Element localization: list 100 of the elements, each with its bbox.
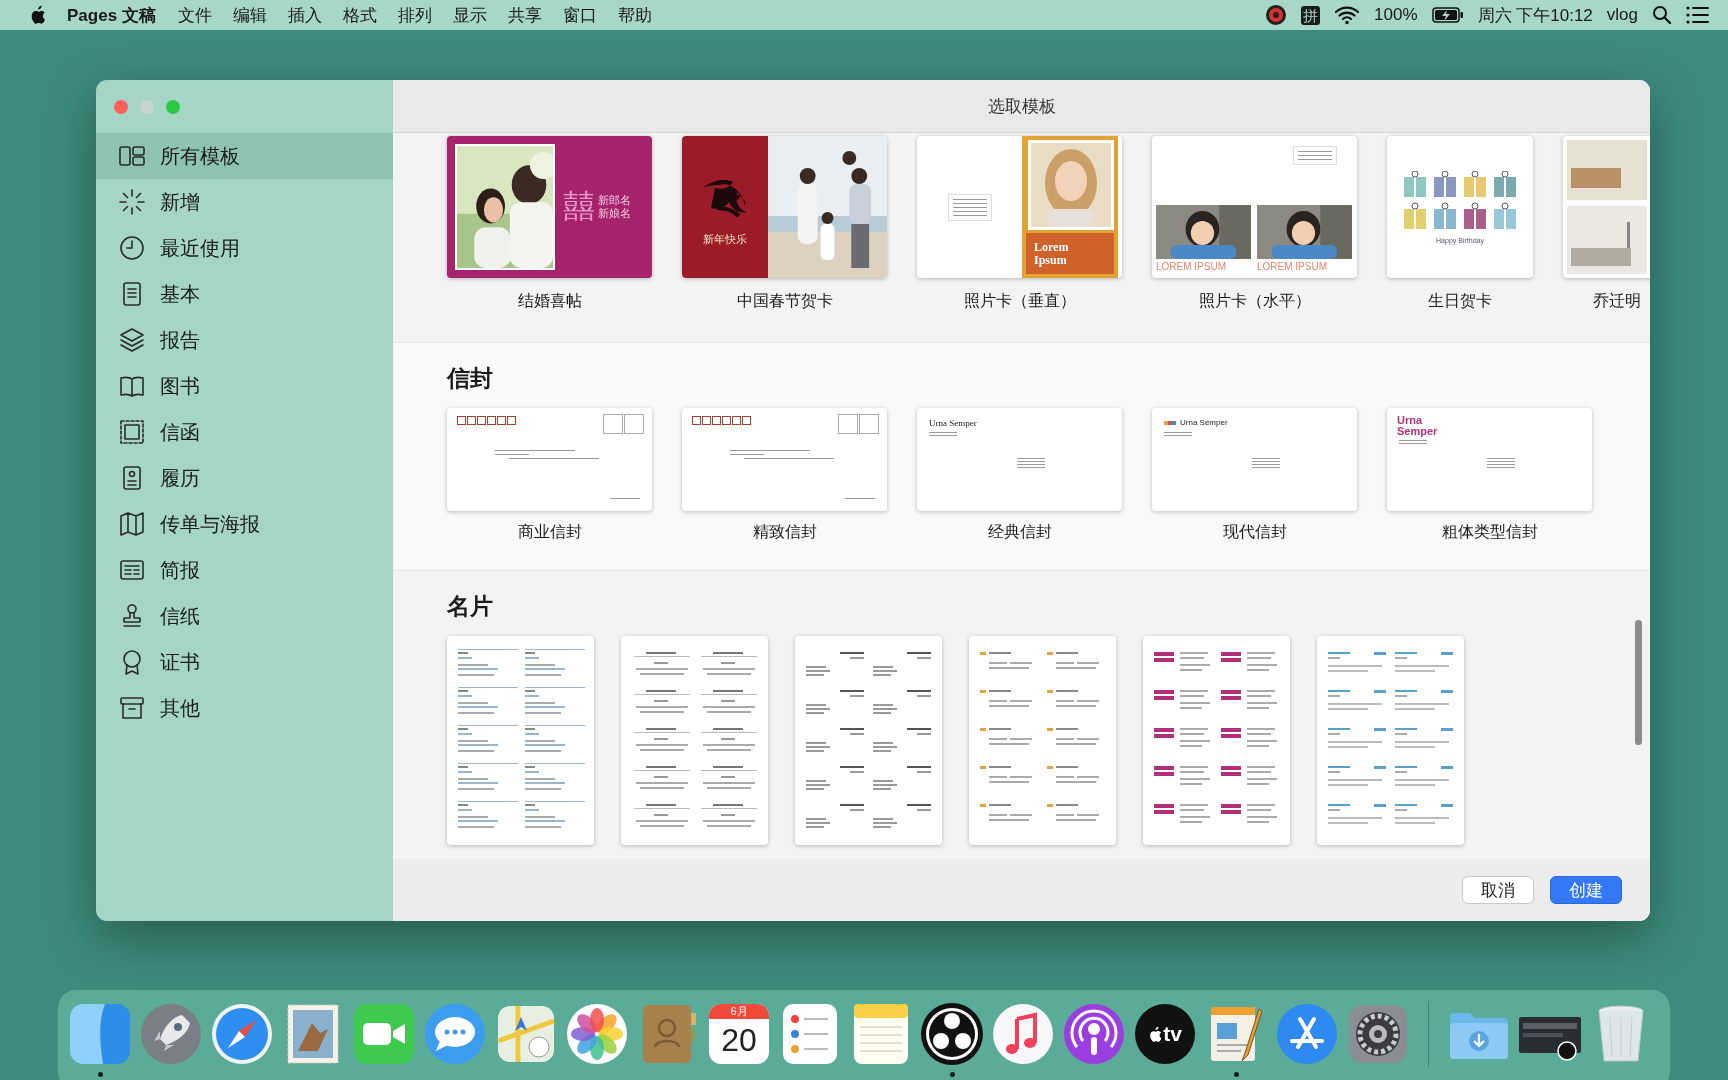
sender-name: Semper: [1397, 426, 1438, 437]
box-icon: [118, 694, 146, 722]
color-squares-icon: [1164, 420, 1176, 425]
template-preview[interactable]: Urna Semper: [917, 408, 1122, 511]
menu-item[interactable]: 共享: [507, 3, 542, 27]
video-camera-icon[interactable]: [351, 1001, 417, 1067]
sidebar-item[interactable]: 其他: [96, 685, 393, 731]
speech-bubble-icon[interactable]: [422, 1001, 488, 1067]
sender-name: Urna Semper: [1180, 418, 1228, 427]
search-icon[interactable]: [1652, 5, 1672, 25]
template-name: 照片卡（水平）: [1198, 291, 1311, 311]
stamp-boxes: [603, 414, 644, 434]
sidebar-item[interactable]: 证书: [96, 639, 393, 685]
record-status-icon[interactable]: [1265, 4, 1288, 26]
template-name: 经典信封: [987, 522, 1052, 542]
section-heading: 名片: [447, 592, 494, 621]
battery-icon[interactable]: [1431, 7, 1464, 23]
music-note-icon[interactable]: [990, 1001, 1056, 1067]
section-heading: 信封: [447, 364, 494, 393]
frame-icon: [118, 418, 146, 446]
tv-icon[interactable]: tv: [1135, 1004, 1195, 1064]
sidebar-item[interactable]: 报告: [96, 317, 393, 363]
template-preview[interactable]: 新年快乐: [682, 136, 887, 278]
address-lines-drawing: [1252, 458, 1280, 468]
caption-text: LOREM IPSUM: [1257, 261, 1328, 272]
user-name-menu[interactable]: vlog: [1606, 5, 1638, 25]
cancel-button[interactable]: 取消: [1462, 876, 1534, 904]
tv-label: tv: [1163, 1022, 1182, 1046]
menu-item[interactable]: 帮助: [617, 3, 652, 27]
two-tone-tile-icon[interactable]: [67, 1001, 133, 1067]
layers-icon: [118, 326, 146, 354]
sender-name: Urna: [1397, 415, 1424, 426]
text-lines-drawing: [929, 432, 957, 436]
double-happiness-text: 囍: [563, 187, 595, 226]
apple-logo-icon[interactable]: [29, 5, 46, 25]
text-lines-drawing: [1293, 146, 1337, 165]
template-preview[interactable]: Urna Semper: [1152, 408, 1357, 511]
sidebar-item[interactable]: 简报: [96, 547, 393, 593]
app-name-menu[interactable]: Pages 文稿: [67, 3, 156, 27]
create-button[interactable]: 创建: [1550, 876, 1622, 904]
scrollbar[interactable]: [1635, 620, 1642, 745]
template-name: 照片卡（垂直）: [963, 291, 1076, 311]
sidebar-item[interactable]: 最近使用: [96, 225, 393, 271]
menu-item[interactable]: 编辑: [232, 3, 267, 27]
template-preview[interactable]: [621, 636, 768, 845]
close-button[interactable]: [114, 99, 128, 114]
calendar-day: 20: [721, 1019, 757, 1061]
sidebar-item[interactable]: 信函: [96, 409, 393, 455]
text-lines-drawing: [947, 193, 992, 221]
sidebar-item[interactable]: 履历: [96, 455, 393, 501]
template-name: 中国春节贺卡: [736, 291, 833, 311]
rocket-icon[interactable]: [138, 1001, 204, 1067]
sidebar-item[interactable]: 信纸: [96, 593, 393, 639]
template-preview[interactable]: Lorem Ipsum: [917, 136, 1122, 278]
text-lines-drawing: [1399, 440, 1427, 444]
sidebar-item[interactable]: 基本: [96, 271, 393, 317]
window-title: 选取模板: [987, 95, 1056, 118]
menu-item[interactable]: 文件: [177, 3, 212, 27]
template-preview[interactable]: [447, 408, 652, 511]
caption-text: Lorem: [1034, 240, 1070, 254]
template-preview[interactable]: [682, 408, 887, 511]
sparkle-icon: [118, 188, 146, 216]
sidebar-item[interactable]: 所有模板: [96, 133, 393, 179]
caption-text: Ipsum: [1034, 253, 1068, 267]
input-method-indicator[interactable]: 拼: [1301, 5, 1321, 25]
template-name: 生日贺卡: [1428, 291, 1492, 311]
list-icon[interactable]: [1686, 6, 1710, 24]
sidebar-item[interactable]: 新增: [96, 179, 393, 225]
menu-item[interactable]: 窗口: [562, 3, 597, 27]
sidebar-item[interactable]: 传单与海报: [96, 501, 393, 547]
postal-code-boxes: [457, 416, 516, 425]
apple-logo-icon: [1148, 1025, 1163, 1043]
compass-icon[interactable]: [209, 1001, 275, 1067]
menu-clock[interactable]: 周六 下午10:12: [1477, 3, 1593, 27]
postal-code-boxes: [692, 416, 751, 425]
map-icon: [118, 510, 146, 538]
template-preview[interactable]: [795, 636, 942, 845]
template-name: 乔迁明: [1593, 291, 1641, 311]
menu-item[interactable]: 格式: [342, 3, 377, 27]
template-preview[interactable]: Urna Semper: [1387, 408, 1592, 511]
ring-logo-icon[interactable]: [919, 1001, 985, 1067]
template-name: 现代信封: [1222, 522, 1287, 542]
flower-icon[interactable]: [564, 1001, 630, 1067]
sidebar-item[interactable]: 图书: [96, 363, 393, 409]
sender-name: Urna Semper: [929, 418, 977, 428]
template-preview[interactable]: [1143, 636, 1290, 845]
menu-item[interactable]: 显示: [452, 3, 487, 27]
podcast-icon[interactable]: [1061, 1001, 1127, 1067]
battery-percent: 100%: [1374, 5, 1418, 25]
template-name: 结婚喜帖: [517, 291, 582, 311]
wifi-icon[interactable]: [1334, 5, 1361, 25]
text-lines-drawing: [1164, 432, 1192, 436]
calendar-icon[interactable]: 6月 20: [709, 1004, 769, 1064]
text-lines-drawing: [845, 498, 875, 499]
calendar-month: 6月: [709, 1004, 769, 1019]
a-shape-icon[interactable]: [1274, 1001, 1340, 1067]
menu-item[interactable]: 插入: [287, 3, 322, 27]
template-preview[interactable]: [1317, 636, 1464, 845]
menu-item[interactable]: 排列: [397, 3, 432, 27]
caption-text: LOREM IPSUM: [1156, 261, 1227, 272]
